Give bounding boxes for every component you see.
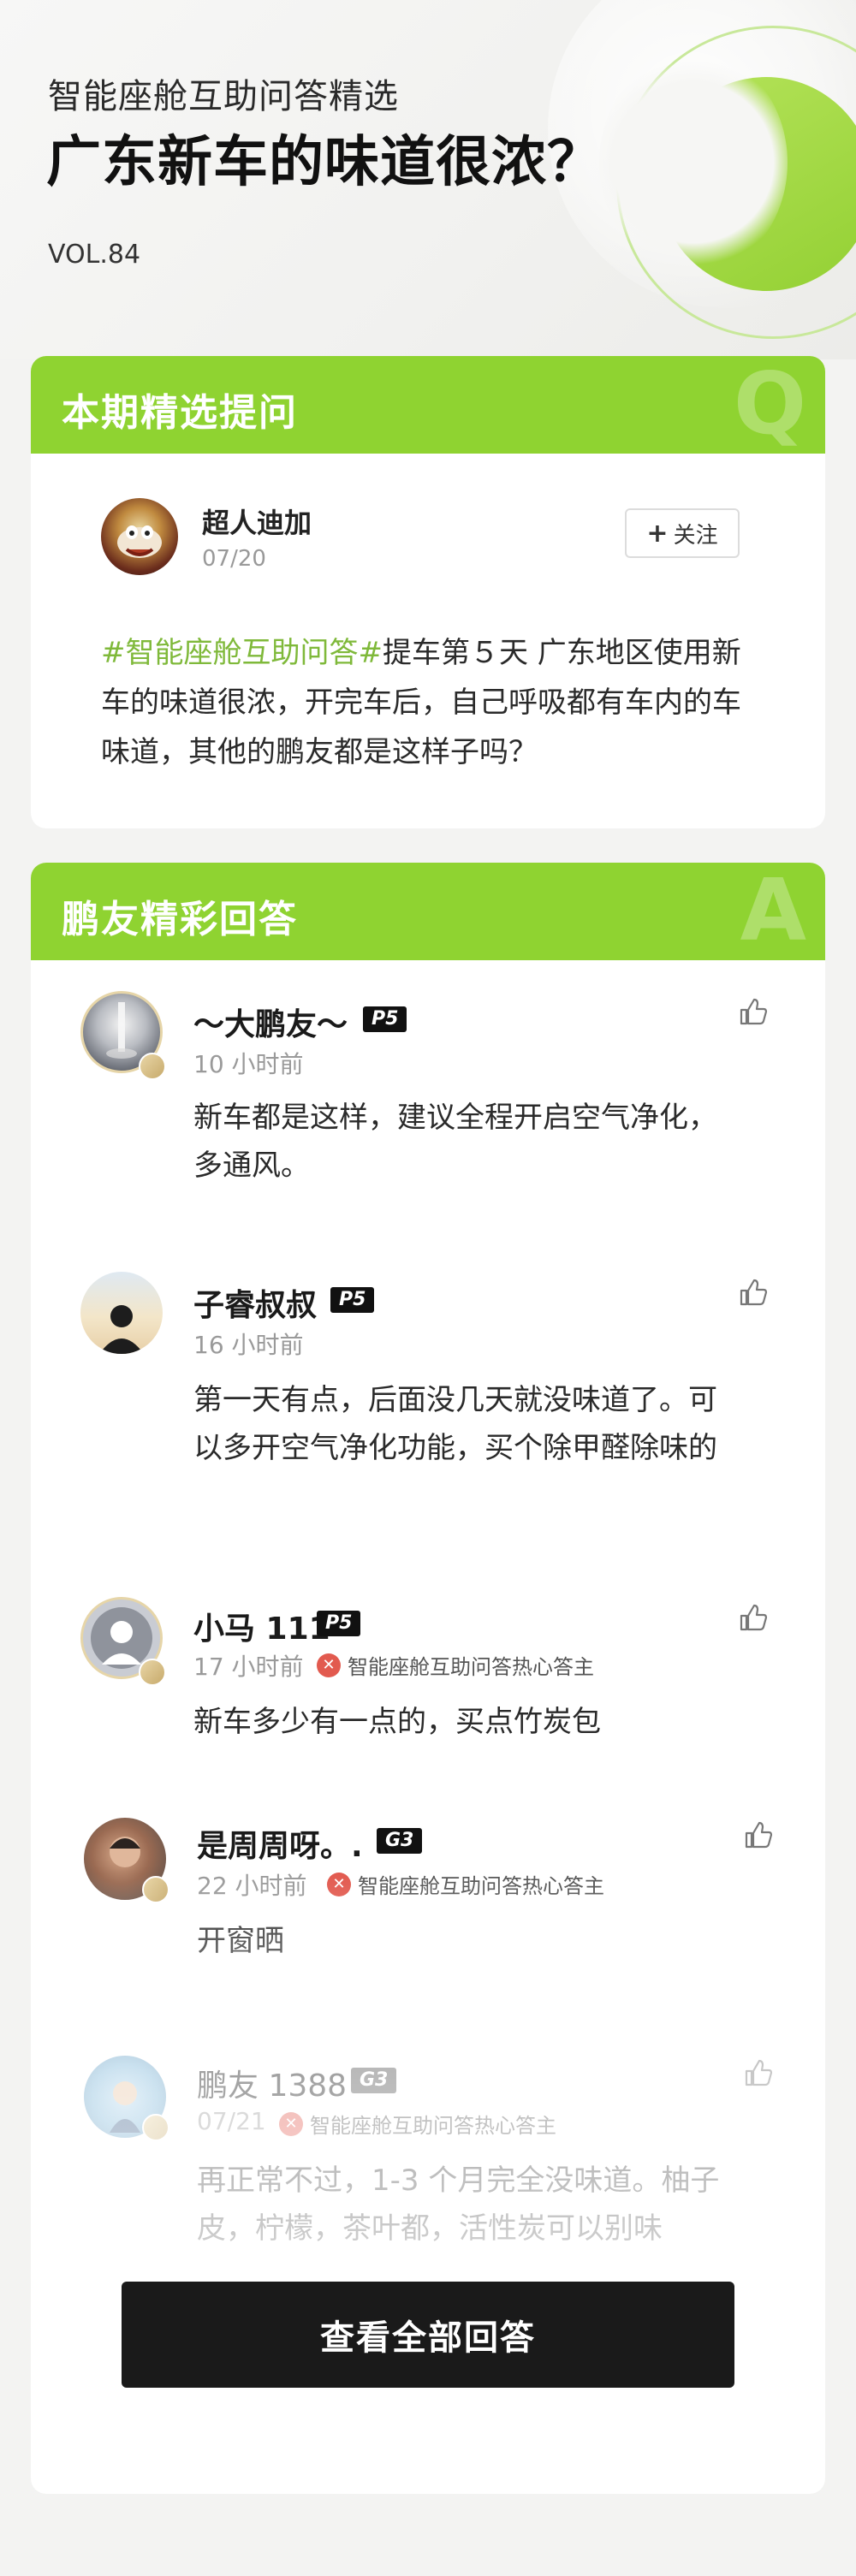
- answer-time: 17 小时前: [193, 1653, 304, 1681]
- level-badge: P5: [330, 1287, 375, 1313]
- avatar-image: [117, 525, 162, 558]
- answer-time: 16 小时前: [193, 1331, 304, 1359]
- hot-answerer-icon: ✕: [279, 2111, 303, 2136]
- answers-card: 鹏友精彩回答 A ～大鹏友～ P5 10 小时前 新车都是这样，建议全程开启空气…: [31, 863, 825, 2494]
- like-icon[interactable]: [734, 994, 769, 1029]
- page-subtitle: 智能座舱互助问答精选: [48, 77, 399, 116]
- answer-time: 10 小时前: [193, 1050, 304, 1078]
- answer-time: 22 小时前: [197, 1872, 307, 1900]
- member-badge-icon: [139, 1659, 166, 1686]
- like-icon[interactable]: [740, 2056, 774, 2090]
- question-card-header: 本期精选提问 Q: [31, 356, 825, 454]
- like-icon[interactable]: [740, 1818, 774, 1852]
- answer-text: 开窗晒: [197, 1924, 284, 1958]
- hot-answerer-badge: ✕ 智能座舱互助问答热心答主: [327, 1869, 604, 1899]
- hot-answerer-badge: ✕ 智能座舱互助问答热心答主: [279, 2109, 556, 2139]
- question-author-name[interactable]: 超人迪加: [202, 502, 312, 541]
- like-icon[interactable]: [734, 1600, 769, 1635]
- answers-section-title: 鹏友精彩回答: [62, 898, 298, 941]
- plus-icon: +: [646, 518, 669, 549]
- hero-disc-highlight: [599, 51, 788, 274]
- topic-hashtag[interactable]: #智能座舱互助问答#: [101, 636, 383, 670]
- answer-author-name[interactable]: 子睿叔叔: [193, 1280, 317, 1325]
- level-badge: P5: [363, 1006, 407, 1032]
- member-badge-icon: [142, 1876, 169, 1903]
- question-date: 07/20: [202, 546, 266, 572]
- answer-author-name[interactable]: ～大鹏友～: [193, 1000, 348, 1044]
- answer-text: 第一天有点，后面没几天就没味道了。可以多开空气净化功能，买个除甲醛除味的: [193, 1383, 717, 1465]
- hot-answerer-label: 智能座舱互助问答热心答主: [310, 2114, 556, 2138]
- hot-answerer-icon: ✕: [317, 1653, 341, 1677]
- hero-banner: 智能座舱互助问答精选 广东新车的味道很浓？ VOL.84: [0, 0, 856, 359]
- view-all-answers-button[interactable]: 查看全部回答: [122, 2282, 734, 2388]
- answer-time: 07/21: [197, 2107, 266, 2135]
- question-author-avatar[interactable]: [101, 498, 178, 575]
- member-badge-icon: [142, 2114, 169, 2141]
- hot-answerer-icon: ✕: [327, 1872, 351, 1896]
- question-card: 本期精选提问 Q 超人迪加 07/20 + 关注 #智能座舱互助问答#提车第５天…: [31, 356, 825, 828]
- like-icon[interactable]: [734, 1275, 769, 1309]
- answer-author-name[interactable]: 小马 111: [193, 1604, 330, 1648]
- hot-answerer-badge: ✕ 智能座舱互助问答热心答主: [317, 1650, 594, 1680]
- question-body: #智能座舱互助问答#提车第５天 广东地区使用新车的味道很浓，开完车后，自己呼吸都…: [101, 628, 769, 777]
- hot-answerer-label: 智能座舱互助问答热心答主: [358, 1874, 604, 1898]
- answer-text: 新车都是这样，建议全程开启空气净化，多通风。: [193, 1101, 717, 1183]
- follow-label: 关注: [673, 522, 718, 549]
- a-mark-icon: A: [740, 863, 806, 960]
- answer-author-name[interactable]: 鹏友 1388: [197, 2061, 347, 2105]
- answers-card-header: 鹏友精彩回答 A: [31, 863, 825, 960]
- answer-text: 新车多少有一点的，买点竹炭包: [193, 1705, 601, 1739]
- answer-text: 再正常不过，1-3 个月完全没味道。柚子皮，柠檬，茶叶都，活性炭可以别味: [197, 2163, 720, 2246]
- level-badge: G3: [377, 1828, 423, 1854]
- level-badge: P5: [317, 1611, 361, 1636]
- answer-author-name[interactable]: 是周周呀。.: [197, 1821, 363, 1866]
- page-title: 广东新车的味道很浓？: [46, 131, 603, 194]
- level-badge: G3: [351, 2068, 397, 2093]
- follow-button[interactable]: + 关注: [625, 508, 740, 558]
- q-mark-icon: Q: [733, 356, 806, 454]
- member-badge-icon: [139, 1053, 166, 1080]
- avatar-image: [99, 1305, 144, 1354]
- question-section-title: 本期精选提问: [62, 391, 298, 435]
- volume-label: VOL.84: [48, 240, 141, 270]
- answer-avatar[interactable]: [80, 1272, 163, 1354]
- hot-answerer-label: 智能座舱互助问答热心答主: [348, 1655, 594, 1679]
